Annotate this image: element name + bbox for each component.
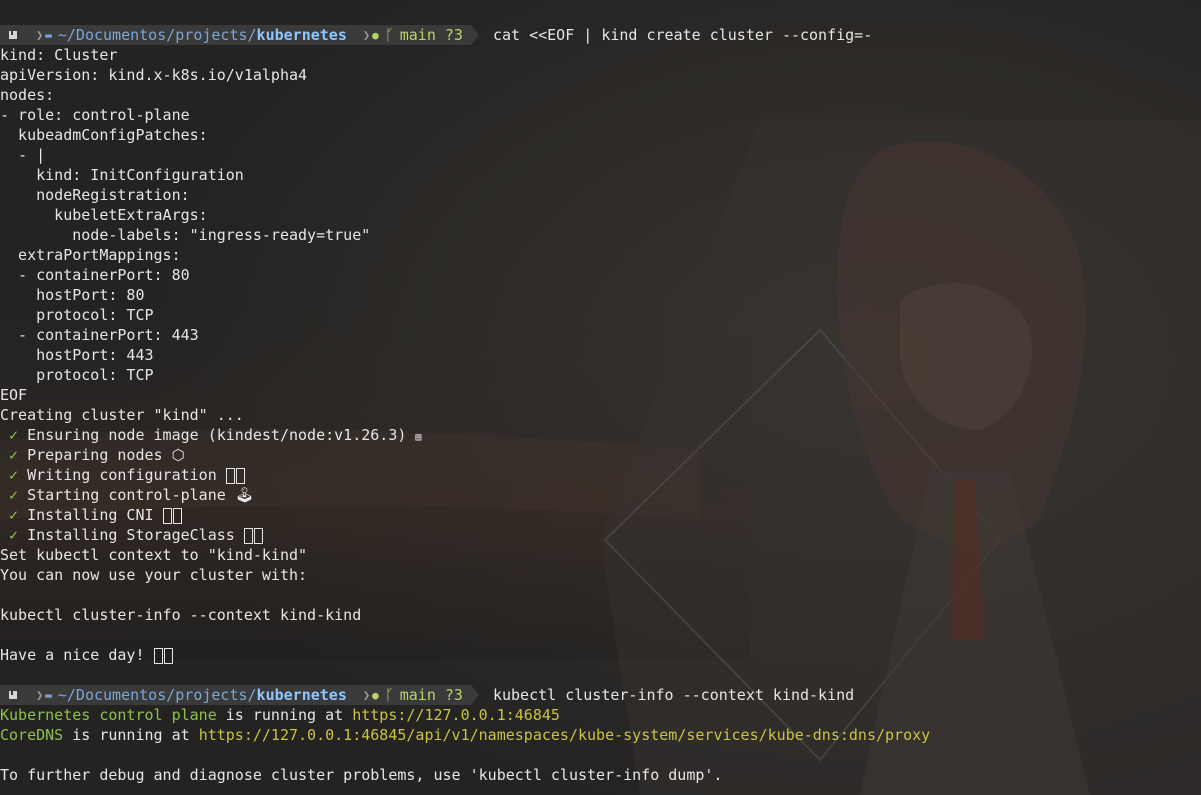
- step-text: Installing StorageClass: [27, 526, 244, 544]
- output-line: - |: [0, 146, 46, 164]
- os-icon: [0, 685, 24, 705]
- output-line: kubectl cluster-info --context kind-kind: [0, 606, 362, 624]
- git-branch: main: [399, 686, 436, 704]
- missing-glyph-icon: [225, 467, 235, 484]
- output-line: node-labels: "ingress-ready=true": [0, 226, 371, 244]
- path-current-dir: kubernetes: [256, 26, 347, 44]
- missing-glyph-icon: [243, 527, 253, 544]
- command-text: cat <<EOF | kind create cluster --config…: [492, 26, 873, 44]
- separator-icon: ❯: [36, 688, 44, 702]
- git-branch-icon: ᚴ: [384, 686, 394, 704]
- prompt-end-arrow: [470, 25, 479, 45]
- separator-icon: ❯: [362, 688, 371, 702]
- output-line: hostPort: 80: [0, 286, 145, 304]
- step-line: ✓ Installing StorageClass: [0, 525, 1201, 545]
- step-line: ✓ Starting control-plane 🕹: [0, 485, 1201, 505]
- separator-icon: ❯: [362, 28, 371, 42]
- step-text: Ensuring node image (kindest/node:v1.26.…: [27, 426, 416, 444]
- package-icon: ⬡: [171, 446, 185, 464]
- git-status: ?3: [444, 26, 463, 44]
- service-name: CoreDNS: [0, 726, 64, 744]
- image-icon: ▤: [415, 432, 422, 443]
- missing-glyph-icon: [162, 507, 172, 524]
- step-text: Installing CNI: [27, 506, 163, 524]
- check-icon: ✓: [9, 446, 19, 464]
- missing-glyph-icon: [153, 647, 163, 664]
- check-icon: ✓: [9, 506, 19, 524]
- git-status: ?3: [444, 686, 463, 704]
- folder-icon: ▬: [45, 28, 52, 42]
- output-line: apiVersion: kind.x-k8s.io/v1alpha4: [0, 66, 308, 84]
- output-line: Set kubectl context to "kind-kind": [0, 546, 308, 564]
- step-text: Preparing nodes: [27, 446, 172, 464]
- shell-prompt: ❯ ▬ ~/Documentos/projects/kubernetes ❯ ●…: [0, 685, 1201, 705]
- output-line: - role: control-plane: [0, 106, 190, 124]
- step-line: ✓ Writing configuration: [0, 465, 1201, 485]
- check-icon: ✓: [9, 486, 19, 504]
- output-line: kind: InitConfiguration: [0, 166, 244, 184]
- output-line: protocol: TCP: [0, 306, 154, 324]
- output-line: protocol: TCP: [0, 366, 154, 384]
- step-line: ✓ Preparing nodes ⬡: [0, 445, 1201, 465]
- git-branch-icon: ᚴ: [384, 26, 394, 44]
- git-branch: main: [399, 26, 436, 44]
- running-text: is running at: [63, 726, 199, 744]
- output-line: Have a nice day!: [0, 645, 1201, 665]
- prompt-end-arrow: [470, 685, 479, 705]
- step-text: Writing configuration: [27, 466, 226, 484]
- missing-glyph-icon: [172, 507, 182, 524]
- path-current-dir: kubernetes: [256, 686, 347, 704]
- github-icon: ●: [372, 688, 379, 702]
- github-icon: ●: [372, 28, 379, 42]
- missing-glyph-icon: [163, 647, 173, 664]
- step-text: Starting control-plane: [27, 486, 235, 504]
- output-line: You can now use your cluster with:: [0, 566, 308, 584]
- output-line: - containerPort: 80: [0, 266, 190, 284]
- check-icon: ✓: [9, 526, 19, 544]
- output-line: kubeadmConfigPatches:: [0, 126, 208, 144]
- path-prefix: ~/Documentos/projects/: [57, 26, 257, 44]
- step-line: ✓ Ensuring node image (kindest/node:v1.2…: [0, 425, 1201, 445]
- output-line: kubeletExtraArgs:: [0, 206, 208, 224]
- output-line: nodeRegistration:: [0, 186, 190, 204]
- folder-icon: ▬: [45, 688, 52, 702]
- check-icon: ✓: [9, 426, 19, 444]
- running-text: is running at: [216, 706, 353, 724]
- output-line: hostPort: 443: [0, 346, 154, 364]
- output-line: kind: Cluster: [0, 46, 118, 64]
- step-line: ✓ Installing CNI: [0, 505, 1201, 525]
- path-prefix: ~/Documentos/projects/: [57, 686, 257, 704]
- output-line: To further debug and diagnose cluster pr…: [0, 766, 723, 784]
- check-icon: ✓: [9, 466, 19, 484]
- joystick-icon: 🕹: [234, 486, 254, 504]
- separator-icon: ❯: [36, 28, 44, 42]
- service-url[interactable]: https://127.0.0.1:46845/api/v1/namespace…: [199, 726, 931, 744]
- service-url[interactable]: https://127.0.0.1:46845: [352, 706, 560, 724]
- output-line: nodes:: [0, 86, 55, 104]
- output-line: CoreDNS is running at https://127.0.0.1:…: [0, 725, 1201, 745]
- shell-prompt: ❯ ▬ ~/Documentos/projects/kubernetes ❯ ●…: [0, 25, 1201, 45]
- terminal-output: ❯ ▬ ~/Documentos/projects/kubernetes ❯ ●…: [0, 25, 1201, 785]
- output-line: EOF: [0, 386, 28, 404]
- os-icon: [0, 25, 24, 45]
- service-name: Kubernetes control plane: [0, 706, 217, 724]
- missing-glyph-icon: [253, 527, 263, 544]
- nice-day-text: Have a nice day!: [0, 646, 154, 664]
- missing-glyph-icon: [235, 467, 245, 484]
- command-text: kubectl cluster-info --context kind-kind: [492, 686, 855, 704]
- output-line: Creating cluster "kind" ...: [0, 406, 244, 424]
- output-line: - containerPort: 443: [0, 326, 199, 344]
- output-line: extraPortMappings:: [0, 246, 181, 264]
- output-line: Kubernetes control plane is running at h…: [0, 705, 1201, 725]
